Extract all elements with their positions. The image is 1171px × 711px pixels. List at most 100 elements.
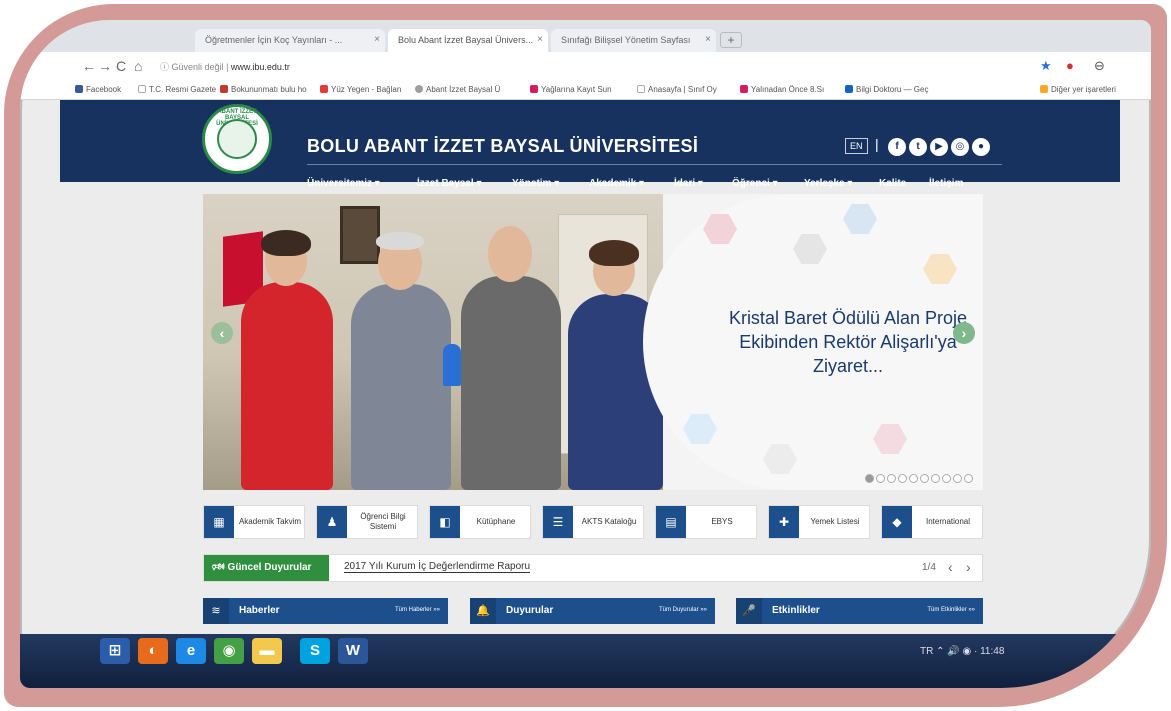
browser-tab-1[interactable]: Öğretmenler İçin Koç Yayınları - ... × <box>195 29 385 52</box>
bookmark-item[interactable]: Yağlarına Kayıt Sun <box>530 85 612 94</box>
menu-item-izzet-baysal[interactable]: İzzet Baysal ▾ <box>417 178 482 189</box>
slider-dot[interactable] <box>898 474 907 483</box>
slider-next-button[interactable]: › <box>953 322 975 344</box>
slider-dot[interactable] <box>865 474 874 483</box>
quick-link-akademik-takvim[interactable]: ▦ Akademik Takvim <box>203 505 305 539</box>
announcement-counter: 1/4 <box>922 562 936 573</box>
language-switch[interactable]: EN <box>845 138 868 154</box>
quick-link-label: Öğrenci Bilgi Sistemi <box>360 512 406 531</box>
announcements-bar: 🕬 Güncel Duyurular 2017 Yılı Kurum İç De… <box>203 554 983 582</box>
slider-dot[interactable] <box>876 474 885 483</box>
bell-icon: 🔔 <box>470 598 496 624</box>
slider-dot[interactable] <box>931 474 940 483</box>
menu-item-iletisim[interactable]: İletişim <box>929 178 963 189</box>
person-figure <box>461 276 561 490</box>
menu-item-yonetim[interactable]: Yönetim ▾ <box>512 178 559 189</box>
skype-icon[interactable]: S <box>300 638 330 664</box>
slider-dot[interactable] <box>920 474 929 483</box>
section-title: Etkinlikler <box>772 605 820 616</box>
cutlery-icon: ✚ <box>769 506 799 538</box>
menu-item-idari[interactable]: İdari ▾ <box>674 178 703 189</box>
bookmark-item[interactable]: Yüz Yegen - Bağlan <box>320 85 401 94</box>
file-explorer-icon[interactable]: ▬ <box>252 638 282 664</box>
new-tab-button[interactable]: + <box>720 32 742 48</box>
account-icon[interactable]: ⊖ <box>1094 58 1105 74</box>
quick-link-ogrenci-bilgi-sistemi[interactable]: ♟ Öğrenci Bilgi Sistemi <box>316 505 418 539</box>
bookmark-icon <box>220 85 228 93</box>
start-button[interactable]: ⊞ <box>100 638 130 664</box>
section-haberler: ≋ Haberler Tüm Haberler »» <box>203 598 448 624</box>
book-icon: ◧ <box>430 506 460 538</box>
all-news-link[interactable]: Tüm Haberler »» <box>395 607 440 613</box>
social-icon[interactable]: ● <box>972 138 990 156</box>
quick-link-akts-katalogu[interactable]: ☰ AKTS Kataloğu <box>542 505 644 539</box>
close-icon[interactable]: × <box>705 34 711 45</box>
slider-dot[interactable] <box>964 474 973 483</box>
quick-link-international[interactable]: ◆ International <box>881 505 983 539</box>
system-tray[interactable]: TR ⌃ 🔊 ◉ · 11:48 <box>920 646 1004 657</box>
instagram-icon[interactable]: ◎ <box>951 138 969 156</box>
chevron-left-icon[interactable]: ‹ <box>948 559 953 575</box>
bookmark-item[interactable]: Abant İzzet Baysal Ü <box>415 85 500 94</box>
slider-dot[interactable] <box>942 474 951 483</box>
quick-link-label: Akademik Takvim <box>238 517 302 526</box>
browser-tab-2[interactable]: Bolu Abant İzzet Baysal Ünivers... × <box>388 29 548 52</box>
chrome-icon[interactable]: ◉ <box>214 638 244 664</box>
youtube-icon[interactable]: ▶ <box>930 138 948 156</box>
firefox-icon[interactable]: ◐ <box>138 638 168 664</box>
close-icon[interactable]: × <box>537 34 543 45</box>
slider-dot[interactable] <box>953 474 962 483</box>
slider-dot[interactable] <box>909 474 918 483</box>
menu-item-universitemiz[interactable]: Üniversitemiz ▾ <box>307 178 380 189</box>
quick-link-kutuphane[interactable]: ◧ Kütüphane <box>429 505 531 539</box>
security-indicator[interactable]: ⓘ Güvenli değil <box>160 62 224 72</box>
menu-item-yerleske[interactable]: Yerleşke ▾ <box>804 178 852 189</box>
site-header: ABANT İZZET BAYSAL ÜNİVERSİTESİ BOLU ABA… <box>60 100 1120 189</box>
bookmarks-bar: Facebook T.C. Resmi Gazete Bokununmatı b… <box>20 80 1151 100</box>
url-field[interactable]: ⓘ Güvenli değil | www.ibu.edu.tr <box>160 60 290 73</box>
calendar-icon: ▦ <box>204 506 234 538</box>
windows-taskbar: ⊞ ◐ e ◉ ▬ S W TR ⌃ 🔊 ◉ · 11:48 <box>20 634 1151 688</box>
person-head <box>488 226 532 282</box>
menu-item-ogrenci[interactable]: Öğrenci ▾ <box>732 178 778 189</box>
word-icon[interactable]: W <box>338 638 368 664</box>
announcements-label[interactable]: 🕬 Güncel Duyurular <box>204 555 329 581</box>
slide-caption[interactable]: Kristal Baret Ödülü Alan Proje Ekibinden… <box>723 306 973 378</box>
announcement-link[interactable]: 2017 Yılı Kurum İç Değerlendirme Raporu <box>344 561 531 573</box>
close-icon[interactable]: × <box>374 34 380 45</box>
site-title[interactable]: BOLU ABANT İZZET BAYSAL ÜNİVERSİTESİ <box>307 136 698 157</box>
browser-tab-3[interactable]: Sınıfağı Bilişsel Yönetim Sayfası × <box>551 29 716 52</box>
bookmark-item[interactable]: Diğer yer işaretleri <box>1040 85 1116 94</box>
extension-icon[interactable]: ● <box>1066 58 1074 73</box>
menu-item-kalite[interactable]: Kalite <box>879 178 906 189</box>
slider-prev-button[interactable]: ‹ <box>211 322 233 344</box>
all-announcements-link[interactable]: Tüm Duyurular »» <box>659 607 707 613</box>
menu-item-akademik[interactable]: Akademik ▾ <box>589 178 644 189</box>
all-events-link[interactable]: Tüm Etkinlikler »» <box>927 607 975 613</box>
logo-emblem <box>217 119 257 159</box>
news-slider[interactable]: Kristal Baret Ödülü Alan Proje Ekibinden… <box>203 194 983 490</box>
home-icon[interactable]: ⌂ <box>134 58 142 74</box>
twitter-icon[interactable]: t <box>909 138 927 156</box>
bookmark-item[interactable]: Bilgi Doktoru — Geç <box>845 85 928 94</box>
forward-icon[interactable]: → <box>98 58 112 74</box>
reload-icon[interactable]: C <box>116 58 126 74</box>
person-figure <box>351 284 451 490</box>
back-icon[interactable]: ← <box>82 58 96 74</box>
bookmark-item[interactable]: Anasayfa | Sınıf Oy <box>637 85 717 94</box>
university-logo[interactable]: ABANT İZZET BAYSAL ÜNİVERSİTESİ <box>202 104 272 174</box>
bookmark-item[interactable]: Yalınadan Önce 8.Sı <box>740 85 824 94</box>
quick-link-ebys[interactable]: ▤ EBYS <box>655 505 757 539</box>
internet-explorer-icon[interactable]: e <box>176 638 206 664</box>
bookmark-item[interactable]: Facebook <box>75 85 121 94</box>
bookmark-star-icon[interactable]: ★ <box>1040 58 1052 74</box>
tab-label: Bolu Abant İzzet Baysal Ünivers... <box>398 35 534 45</box>
quick-link-yemek-listesi[interactable]: ✚ Yemek Listesi <box>768 505 870 539</box>
url-text: www.ibu.edu.tr <box>230 62 290 72</box>
facebook-icon[interactable]: f <box>888 138 906 156</box>
bookmark-item[interactable]: Bokununmatı bulu ho <box>220 85 307 94</box>
bookmark-item[interactable]: T.C. Resmi Gazete <box>138 85 216 94</box>
chevron-right-icon[interactable]: › <box>966 559 971 575</box>
slider-dot[interactable] <box>887 474 896 483</box>
person-hair <box>376 232 424 250</box>
